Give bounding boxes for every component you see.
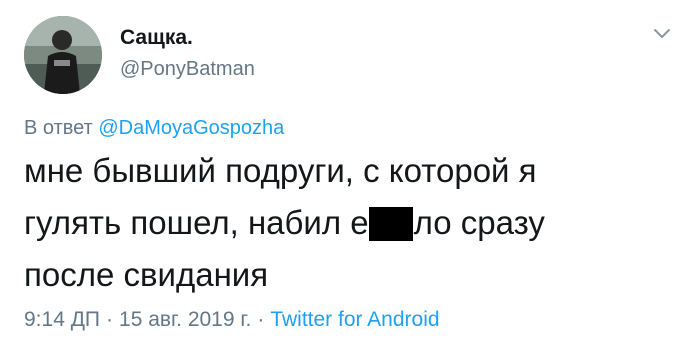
tweet-meta: 9:14 ДП · 15 авг. 2019 г. · Twitter for Andr… [24, 308, 440, 332]
tweet-line-2-end: ло сразу [413, 204, 545, 241]
chevron-down-icon[interactable] [652, 26, 672, 42]
reply-mention-link[interactable]: @DaMoyaGospozha [98, 117, 284, 139]
censor-block [368, 207, 413, 241]
tweet-date[interactable]: 15 авг. 2019 г. [119, 308, 251, 331]
author-handle[interactable]: @PonyBatman [120, 58, 255, 81]
tweet-text: мне бывший подруги, с которой я гулять п… [24, 145, 644, 301]
meta-separator: · [257, 308, 265, 331]
user-photo-avatar [24, 16, 102, 94]
reply-context: В ответ @DaMoyaGospozha [24, 117, 284, 140]
tweet-line-3: после свидания [24, 256, 269, 293]
avatar[interactable] [24, 16, 102, 94]
author-display-name[interactable]: Сащка. [120, 26, 193, 50]
tweet-line-2-start: гулять пошел, набил е [24, 204, 369, 241]
tweet-line-1: мне бывший подруги, с которой я [24, 152, 537, 189]
tweet-line-2: гулять пошел, набил е ло сразу [24, 197, 644, 249]
tweet-source-link[interactable]: Twitter for Android [270, 308, 439, 331]
meta-separator: · [106, 308, 114, 331]
reply-prefix: В ответ [24, 117, 93, 139]
tweet-time[interactable]: 9:14 ДП [24, 308, 100, 331]
